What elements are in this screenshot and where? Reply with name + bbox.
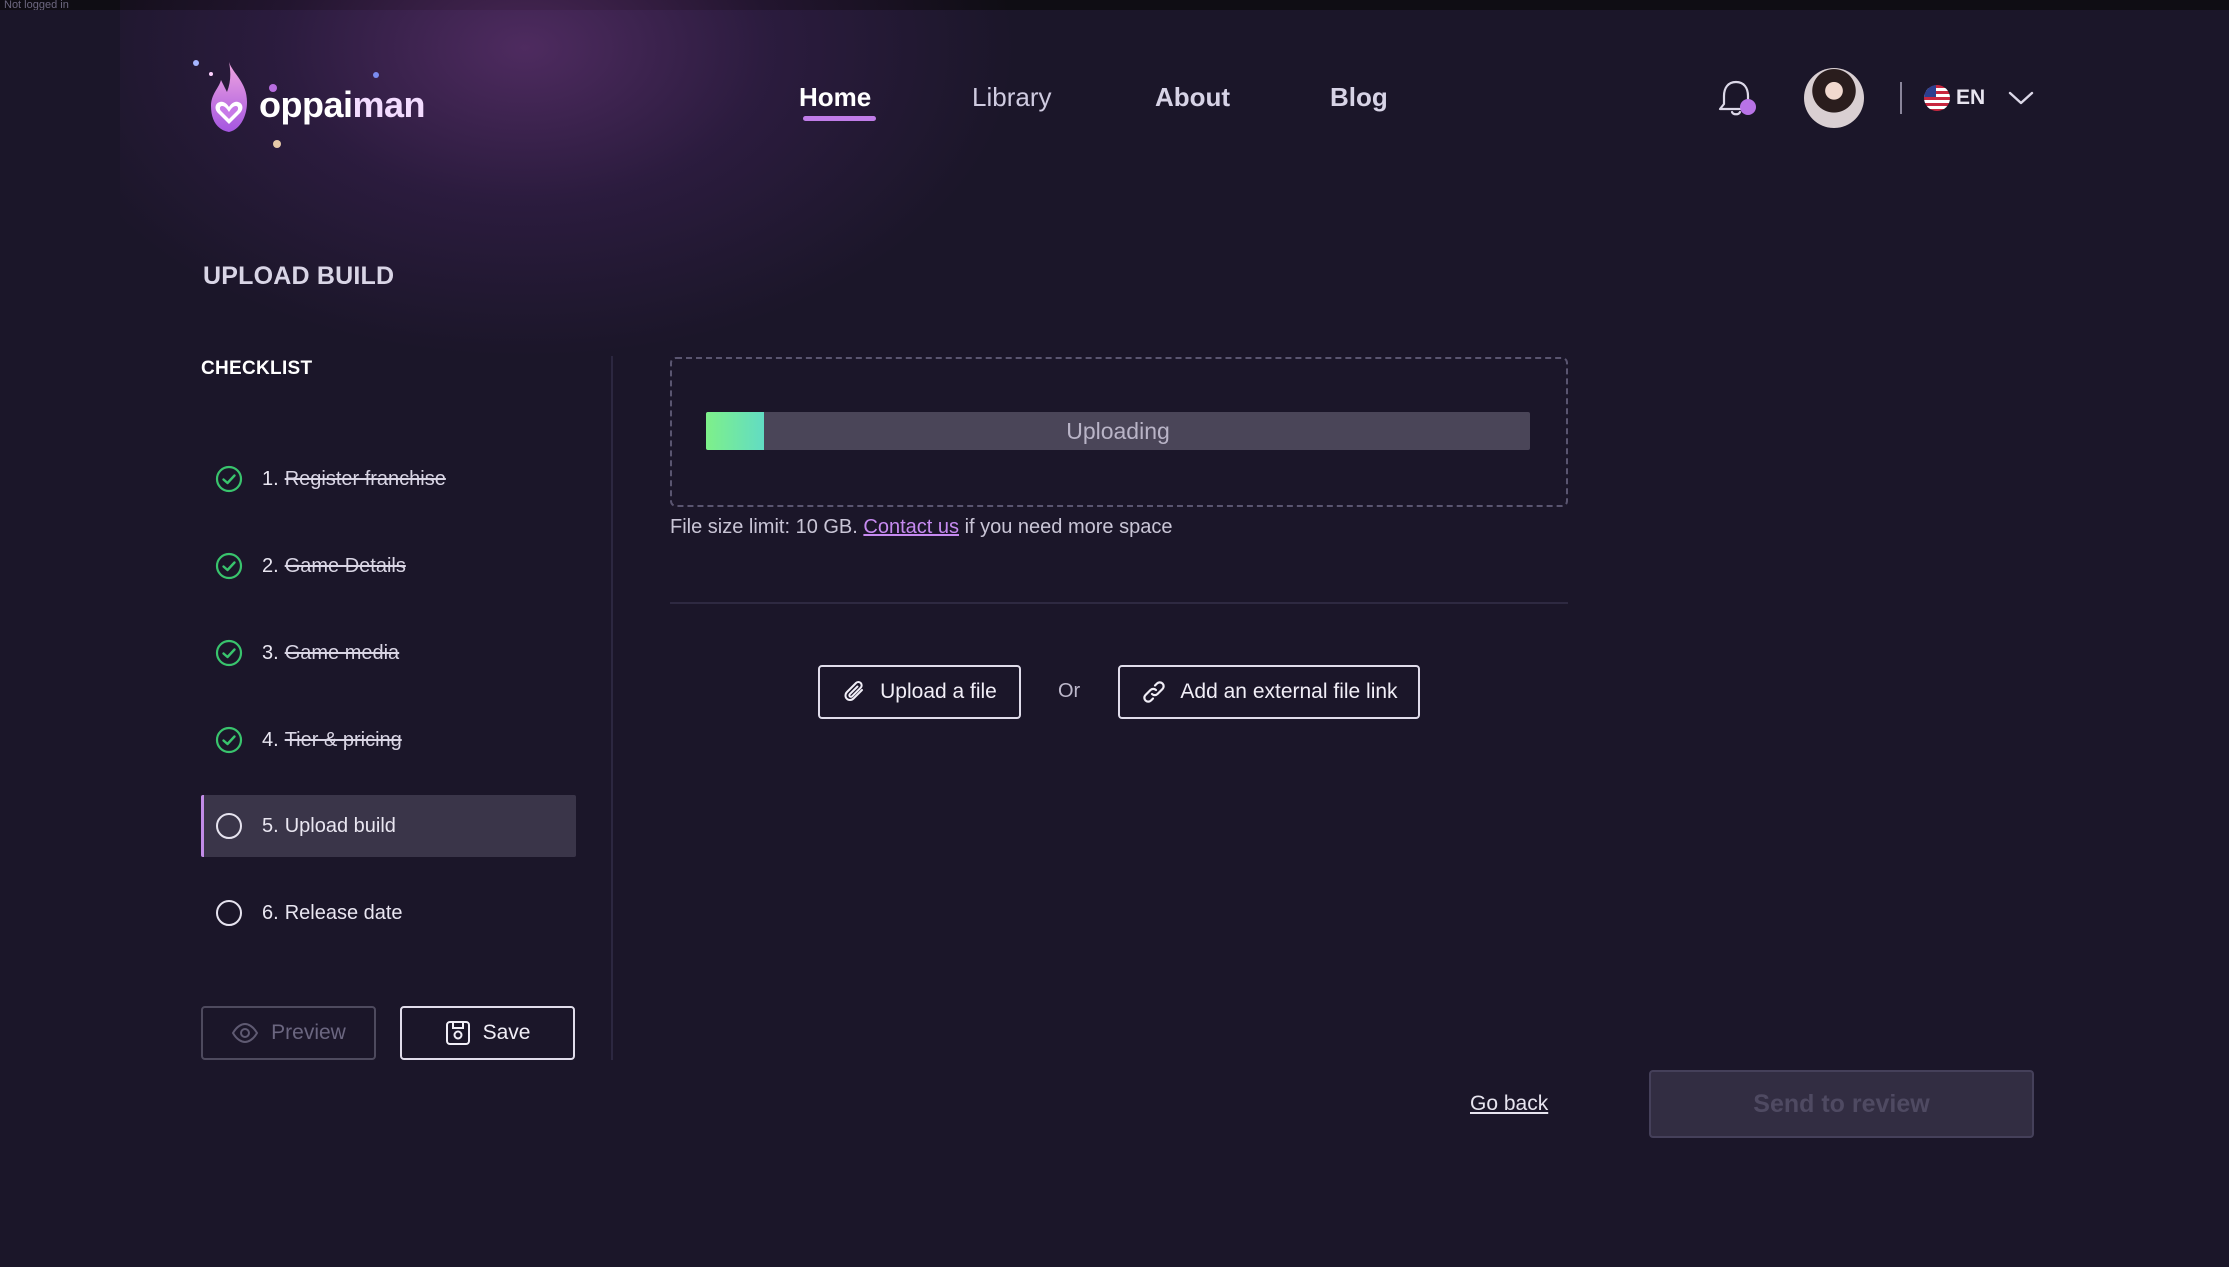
step-number: 2. [262, 554, 279, 577]
upload-section-divider [670, 602, 1568, 604]
save-button-label: Save [482, 1021, 531, 1044]
flame-heart-icon [193, 58, 379, 148]
external-link-label: Add an external file link [1180, 680, 1398, 703]
column-divider [611, 356, 613, 1060]
check-circle-icon [215, 552, 243, 580]
step-label: Tier & pricing [284, 728, 402, 751]
language-code: EN [1956, 86, 1986, 109]
brand-wordmark: oppaiman [259, 84, 426, 125]
upload-status-label: Uploading [1066, 417, 1170, 444]
upload-file-button[interactable]: Upload a file [818, 665, 1021, 719]
system-status-strip: Not logged in [0, 0, 2229, 10]
send-to-review-button[interactable]: Send to review [1649, 1070, 2034, 1138]
upload-file-label: Upload a file [880, 680, 997, 703]
checklist-title: CHECKLIST [201, 358, 313, 379]
step-number: 4. [262, 728, 279, 751]
check-circle-icon [215, 465, 243, 493]
checklist-step-register-franchise[interactable]: 1. Register franchise [201, 448, 576, 510]
step-label: Release date [284, 901, 403, 924]
nav-library[interactable]: Library [972, 82, 1051, 113]
checklist-step-game-media[interactable]: 3. Game media [201, 622, 576, 684]
step-number: 1. [262, 467, 279, 490]
checklist-step-game-details[interactable]: 2. Game Details [201, 535, 576, 597]
eye-icon [231, 1023, 259, 1043]
empty-circle-icon [216, 900, 242, 926]
link-icon [1143, 681, 1166, 703]
paperclip-icon [844, 681, 864, 702]
size-limit-text: File size limit: 10 GB. [670, 516, 858, 538]
step-label: Register franchise [284, 467, 446, 490]
step-number: 5. [262, 814, 279, 837]
preview-button[interactable]: Preview [201, 1006, 376, 1060]
check-circle-icon [215, 639, 243, 667]
step-label: Game media [284, 641, 400, 664]
us-flag-icon [1924, 85, 1950, 111]
nav-blog[interactable]: Blog [1330, 82, 1388, 113]
nav-active-indicator [803, 116, 876, 121]
checklist-step-release-date[interactable]: 6. Release date [201, 882, 576, 944]
brand-logo[interactable]: oppaiman [193, 48, 463, 148]
save-button[interactable]: Save [400, 1006, 575, 1060]
or-separator: Or [1058, 680, 1081, 702]
step-label: Upload build [284, 814, 396, 837]
file-size-note: File size limit: 10 GB. Contact us if yo… [670, 516, 1172, 539]
go-back-link[interactable]: Go back [1470, 1092, 1548, 1116]
step-number: 3. [262, 641, 279, 664]
nav-about[interactable]: About [1155, 82, 1230, 113]
checklist-step-tier-pricing[interactable]: 4. Tier & pricing [201, 709, 576, 771]
step-label: Game Details [284, 554, 406, 577]
language-selector[interactable]: EN [1924, 82, 2035, 114]
floppy-disk-icon [445, 1021, 470, 1045]
size-note-suffix: if you need more space [964, 516, 1173, 538]
preview-button-label: Preview [271, 1021, 346, 1044]
step-number: 6. [262, 901, 279, 924]
external-link-button[interactable]: Add an external file link [1118, 665, 1420, 719]
empty-circle-icon [216, 813, 242, 839]
chevron-down-icon [2008, 91, 2034, 105]
bell-icon[interactable] [1716, 76, 1760, 120]
page-title: UPLOAD BUILD [203, 262, 395, 290]
checklist-step-upload-build[interactable]: 5. Upload build [201, 795, 576, 857]
nav-home[interactable]: Home [799, 82, 871, 113]
contact-us-link[interactable]: Contact us [863, 516, 959, 538]
header-divider [1900, 82, 1902, 114]
upload-progress-bar: Uploading [706, 412, 1530, 450]
check-circle-icon [215, 726, 243, 754]
user-avatar[interactable] [1804, 68, 1864, 128]
